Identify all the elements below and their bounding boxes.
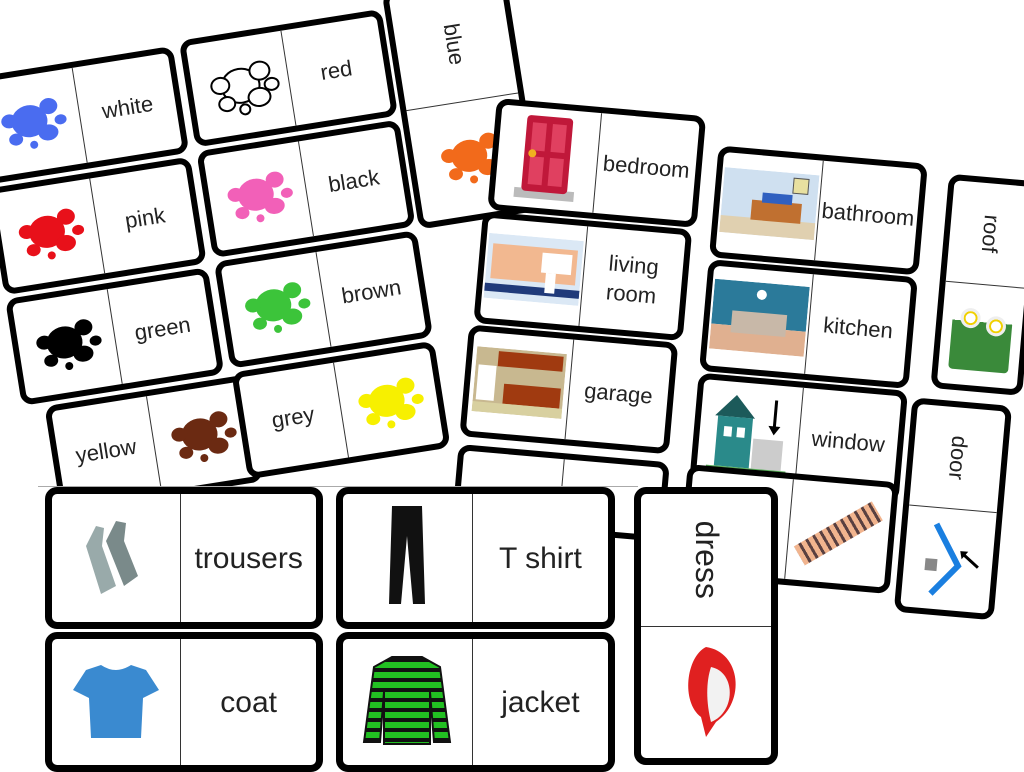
card-word: roof — [976, 214, 1005, 255]
stairs-icon — [783, 479, 893, 588]
domino-card-door: door — [893, 397, 1013, 621]
card-word: green — [132, 311, 193, 345]
card-word: pink — [123, 202, 167, 234]
tshirt-icon — [71, 660, 161, 745]
grass-flowers-icon — [936, 280, 1024, 390]
card-word: dress — [688, 520, 725, 599]
splat-icon — [350, 367, 429, 437]
card-word: yellow — [73, 433, 139, 468]
card-word: trousers — [194, 541, 303, 575]
cap-icon — [641, 625, 771, 759]
domino-card-trousers: trousers — [45, 487, 323, 629]
jacket-icon — [362, 652, 452, 752]
card-word: living room — [605, 250, 660, 309]
splat-outline-icon — [201, 51, 281, 121]
splat-icon — [219, 161, 298, 231]
card-word: door — [943, 435, 973, 482]
card-word: coat — [220, 685, 277, 719]
splat-icon — [236, 272, 315, 342]
domino-card-bathroom: bathroom — [708, 145, 928, 276]
card-word: window — [810, 425, 886, 457]
card-word: red — [318, 54, 354, 85]
card-word: black — [326, 164, 382, 197]
domino-card-jacket: jacket — [336, 632, 615, 772]
domino-card-dress: dress — [634, 487, 778, 765]
card-word: kitchen — [822, 312, 894, 344]
domino-card-living-room: living room — [473, 211, 693, 342]
card-word: T shirt — [498, 541, 582, 575]
door-icon — [508, 108, 586, 209]
card-word: bedroom — [602, 150, 691, 183]
splat-icon — [163, 401, 242, 471]
living-room-scene-icon — [708, 278, 810, 361]
gloves-icon — [76, 516, 156, 601]
domino-card-roof: roof — [930, 173, 1024, 396]
domino-card-kitchen: kitchen — [699, 259, 918, 389]
card-word: garage — [583, 377, 654, 409]
domino-card-coat: coat — [45, 632, 323, 772]
trousers-icon — [387, 505, 427, 611]
kitchen-scene-icon — [471, 346, 568, 424]
card-word: grey — [269, 401, 317, 433]
roof-arrow-icon — [900, 504, 997, 614]
card-word: blue — [438, 22, 470, 68]
card-word: bathroom — [820, 197, 916, 231]
splat-icon — [10, 198, 89, 268]
card-word: white — [100, 90, 155, 124]
splat-icon — [28, 309, 107, 379]
card-word: brown — [339, 274, 403, 309]
bathroom-sink-scene-icon — [483, 232, 584, 311]
card-word: jacket — [501, 685, 580, 719]
bathroom-scene-icon — [718, 167, 820, 245]
splat-icon — [0, 88, 71, 158]
domino-card-t-shirt: T shirt — [336, 487, 615, 629]
domino-card-bedroom: bedroom — [487, 98, 707, 228]
domino-card-garage: garage — [459, 324, 679, 455]
